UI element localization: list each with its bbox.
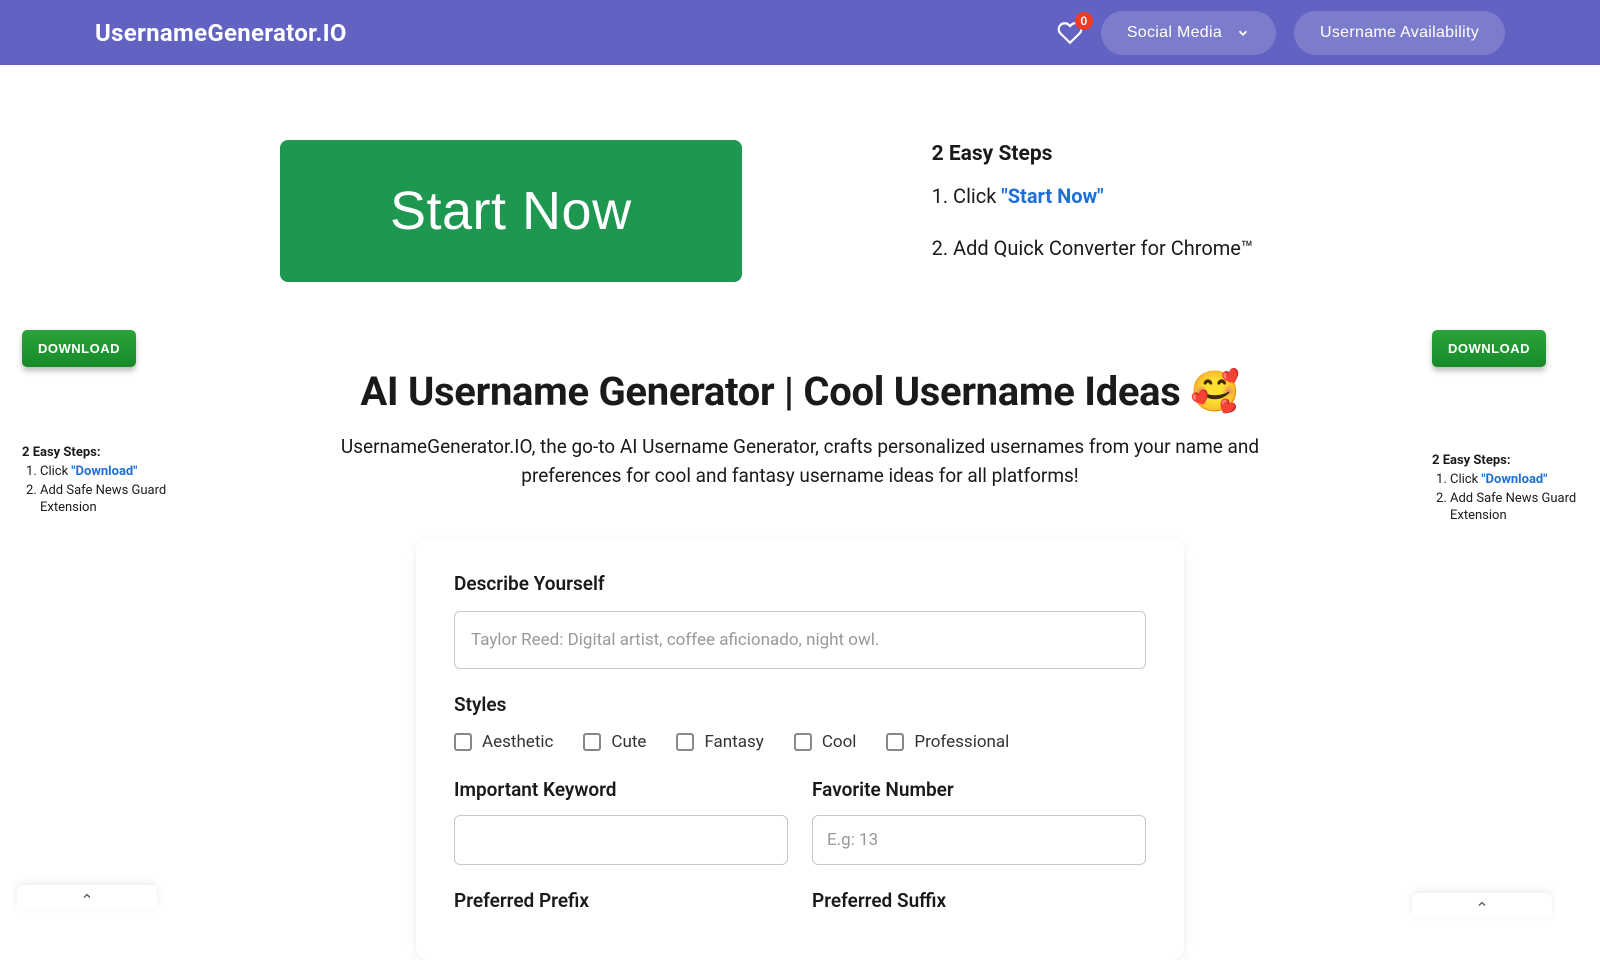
styles-row: Aesthetic Cute Fantasy Cool Professional — [454, 732, 1146, 752]
keyword-label: Important Keyword — [454, 778, 788, 801]
chevron-down-icon — [1236, 26, 1250, 40]
styles-label: Styles — [454, 693, 1146, 716]
start-now-link[interactable]: "Start Now" — [1001, 184, 1103, 208]
side-step-1: Click "Download" — [1450, 472, 1582, 489]
describe-input[interactable] — [454, 611, 1146, 669]
download-link[interactable]: "Download" — [1481, 472, 1547, 487]
describe-label: Describe Yourself — [454, 572, 1146, 595]
favnum-input[interactable] — [812, 815, 1146, 865]
easy-steps-top: 2 Easy Steps 1. Click "Start Now" 2. Add… — [932, 140, 1254, 288]
username-availability-button[interactable]: Username Availability — [1294, 11, 1505, 55]
download-button-left[interactable]: DOWNLOAD — [22, 330, 136, 367]
prefix-suffix-row: Preferred Prefix Preferred Suffix — [454, 889, 1146, 926]
download-button-right[interactable]: DOWNLOAD — [1432, 330, 1546, 367]
side-step-2: Add Safe News Guard Extension — [1450, 491, 1582, 525]
page-title: AI Username Generator | Cool Username Id… — [200, 368, 1400, 415]
top-promo: Start Now 2 Easy Steps 1. Click "Start N… — [280, 65, 1600, 288]
collapse-ad-right[interactable] — [1412, 893, 1552, 917]
style-fantasy[interactable]: Fantasy — [676, 732, 763, 752]
keyword-input[interactable] — [454, 815, 788, 865]
site-logo[interactable]: UsernameGenerator.IO — [95, 19, 347, 47]
start-now-button[interactable]: Start Now — [280, 140, 742, 282]
side-steps-title: 2 Easy Steps: — [1432, 453, 1582, 468]
steps-title: 2 Easy Steps — [932, 142, 1254, 166]
collapse-ad-left[interactable] — [17, 885, 157, 909]
social-media-dropdown[interactable]: Social Media — [1101, 11, 1276, 55]
style-cool[interactable]: Cool — [794, 732, 857, 752]
checkbox-icon — [676, 733, 694, 751]
style-cute[interactable]: Cute — [583, 732, 646, 752]
checkbox-icon — [583, 733, 601, 751]
step-1: 1. Click "Start Now" — [932, 184, 1254, 208]
generator-form-card: Describe Yourself Styles Aesthetic Cute … — [416, 538, 1184, 960]
chevron-up-icon — [79, 887, 95, 906]
side-step-1: Click "Download" — [40, 464, 172, 481]
step-2: 2. Add Quick Converter for Chrome™ — [932, 236, 1254, 260]
availability-label: Username Availability — [1320, 24, 1479, 42]
suffix-label: Preferred Suffix — [812, 889, 1146, 912]
side-step-2: Add Safe News Guard Extension — [40, 483, 172, 517]
keyword-number-row: Important Keyword Favorite Number — [454, 778, 1146, 889]
side-steps-left: 2 Easy Steps: Click "Download" Add Safe … — [22, 445, 172, 517]
side-steps-title: 2 Easy Steps: — [22, 445, 172, 460]
side-ad-left: DOWNLOAD 2 Easy Steps: Click "Download" … — [22, 330, 172, 519]
checkbox-icon — [886, 733, 904, 751]
main-content: AI Username Generator | Cool Username Id… — [0, 368, 1600, 960]
social-media-label: Social Media — [1127, 24, 1222, 42]
checkbox-icon — [794, 733, 812, 751]
side-ad-right: DOWNLOAD 2 Easy Steps: Click "Download" … — [1432, 330, 1582, 527]
prefix-label: Preferred Prefix — [454, 889, 788, 912]
favnum-label: Favorite Number — [812, 778, 1146, 801]
checkbox-icon — [454, 733, 472, 751]
favorites-button[interactable]: 0 — [1057, 20, 1083, 46]
favorites-badge: 0 — [1075, 12, 1093, 30]
style-professional[interactable]: Professional — [886, 732, 1009, 752]
header-actions: 0 Social Media Username Availability — [1057, 11, 1505, 55]
page-subtitle: UsernameGenerator.IO, the go-to AI Usern… — [320, 433, 1280, 490]
chevron-up-icon — [1474, 895, 1490, 914]
download-link[interactable]: "Download" — [71, 464, 137, 479]
header-bar: UsernameGenerator.IO 0 Social Media User… — [0, 0, 1600, 65]
style-aesthetic[interactable]: Aesthetic — [454, 732, 553, 752]
side-steps-right: 2 Easy Steps: Click "Download" Add Safe … — [1432, 453, 1582, 525]
